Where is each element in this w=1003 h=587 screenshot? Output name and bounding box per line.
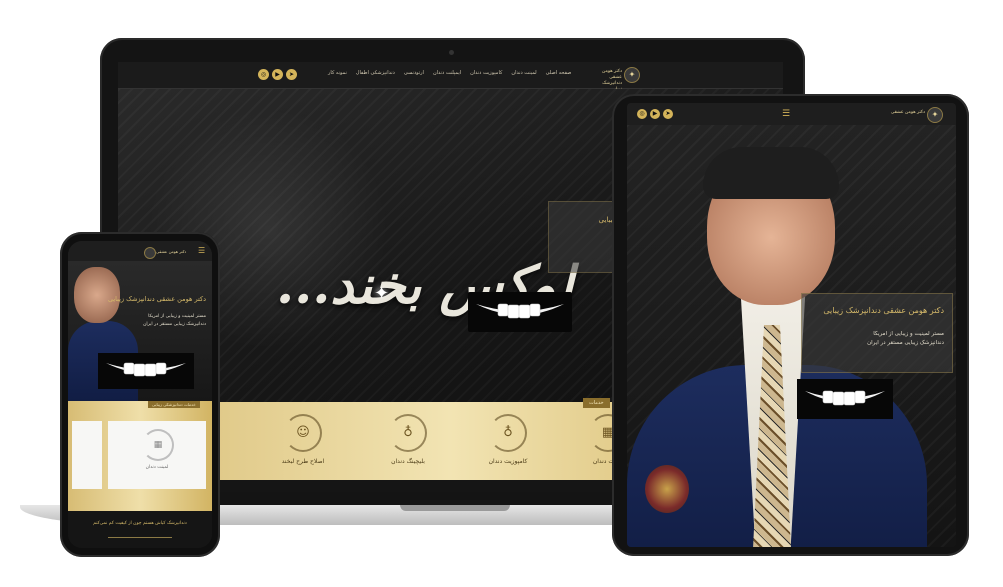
tablet-screen: ◎ ▶ ➤ ☰ دکتر هومن عشقی ✦ دکتر هومن عشقی … (627, 103, 956, 547)
smile-icon: ☺ (284, 414, 322, 452)
phone-hero: دکتر هومن عشقی دندانپزشک زیبایی مستر لمی… (68, 261, 212, 401)
youtube-icon[interactable]: ▶ (650, 109, 660, 119)
site-logo-text: دکتر هومن عشقی (156, 249, 187, 254)
menu-item-home[interactable]: صفحه اصلی (546, 70, 572, 76)
menu-item-portfolio[interactable]: نمونه کار (328, 70, 347, 76)
laptop-notch (400, 505, 510, 511)
hero-title: دکتر هومن عشقی دندانپزشک زیبایی (107, 295, 206, 303)
instagram-icon[interactable]: ◎ (637, 109, 647, 119)
hero-subtitle-line: مستر لمینیت و زیبایی از امریکا (873, 331, 944, 337)
hero-subtitle-line: دندانپزشک زیبایی مستقر در ایران (143, 322, 206, 327)
tooth-icon: ♁ (389, 414, 427, 452)
phone-footer: دندانپزشک کیاش هستم چون از کیفیت کم نمی‌… (68, 511, 212, 548)
services-tag: خدمات دندانپزشکی زیبایی (148, 401, 200, 408)
service-label: لمینت دندان (145, 465, 169, 470)
telegram-icon[interactable]: ➤ (663, 109, 673, 119)
tablet-hero: دکتر هومن عشقی دندانپزشک زیبایی مستر لمی… (627, 125, 956, 547)
hero-subtitle: مستر لمینیت و زیبایی از امریکا دندانپزشک… (802, 330, 944, 348)
service-card[interactable]: ▦ لمینت دندان (108, 421, 206, 489)
service-label: اصلاح طرح لبخند (281, 458, 325, 465)
hero-title: دکتر هومن عشقی دندانپزشک زیبایی (823, 306, 944, 315)
youtube-icon[interactable]: ▶ (272, 69, 283, 80)
hamburger-menu-icon[interactable]: ☰ (198, 246, 205, 255)
sparkle-icon: ✦ (374, 283, 390, 304)
service-label: بلیچینگ دندان (391, 458, 425, 465)
smile-photo (98, 353, 194, 389)
site-logo[interactable] (144, 247, 156, 259)
menu-item-orthodontics[interactable]: ارتودنسی (404, 70, 424, 76)
hero-subtitle-line: مستر لمینیت و زیبایی از امریکا (148, 314, 206, 319)
site-logo[interactable]: ✦ (624, 67, 640, 83)
phone-screen: دکتر هومن عشقی ☰ دکتر هومن عشقی دندانپزش… (68, 241, 212, 548)
instagram-icon[interactable]: ◎ (258, 69, 269, 80)
hero-subtitle-line: دندانپزشک زیبایی مستقر در ایران (867, 340, 944, 346)
service-item[interactable]: ☺ اصلاح طرح لبخند (268, 414, 338, 465)
camera-icon (449, 50, 454, 55)
service-card[interactable] (72, 421, 102, 489)
telegram-icon[interactable]: ➤ (286, 69, 297, 80)
tooth-icon: ♁ (489, 414, 527, 452)
phone-header: دکتر هومن عشقی ☰ (68, 241, 212, 261)
site-logo[interactable]: ✦ (927, 107, 943, 123)
service-item[interactable]: ♁ کامپوزیت دندان (473, 414, 543, 465)
tablet-header: ◎ ▶ ➤ ☰ دکتر هومن عشقی ✦ (627, 103, 956, 126)
smile-photo (468, 292, 572, 332)
menu-item-composite[interactable]: کامپوزیت دندان (470, 70, 502, 76)
menu-item-laminate[interactable]: لمینت دندان (511, 70, 536, 76)
menu-item-implant[interactable]: ایمپلنت دندان (433, 70, 461, 76)
hamburger-menu-icon[interactable]: ☰ (782, 109, 790, 119)
service-label: کامپوزیت دندان (488, 458, 528, 465)
services-tag: خدمات (583, 398, 610, 408)
divider (108, 537, 172, 538)
hero-subtitle: مستر لمینیت و زیبایی از امریکا دندانپزشک… (88, 313, 206, 329)
main-menu: صفحه اصلی لمینت دندان کامپوزیت دندان ایم… (328, 70, 571, 76)
site-logo-text: دکتر هومن عشقی (890, 110, 925, 115)
phone-services: ▦ لمینت دندان (68, 401, 212, 511)
footer-text: دندانپزشک کیاش هستم چون از کیفیت کم نمی‌… (93, 521, 187, 526)
menu-item-pediatric[interactable]: دندانپزشکی اطفال (356, 70, 395, 76)
laminate-icon: ▦ (142, 429, 174, 461)
emblem-badge (645, 465, 689, 513)
doctor-hair (703, 147, 839, 199)
service-item[interactable]: ♁ بلیچینگ دندان (373, 414, 443, 465)
tablet-title-card: دکتر هومن عشقی دندانپزشک زیبایی مستر لمی… (801, 293, 953, 373)
top-navigation: ◎ ▶ ➤ صفحه اصلی لمینت دندان کامپوزیت دند… (118, 62, 783, 92)
smile-photo (797, 379, 893, 419)
